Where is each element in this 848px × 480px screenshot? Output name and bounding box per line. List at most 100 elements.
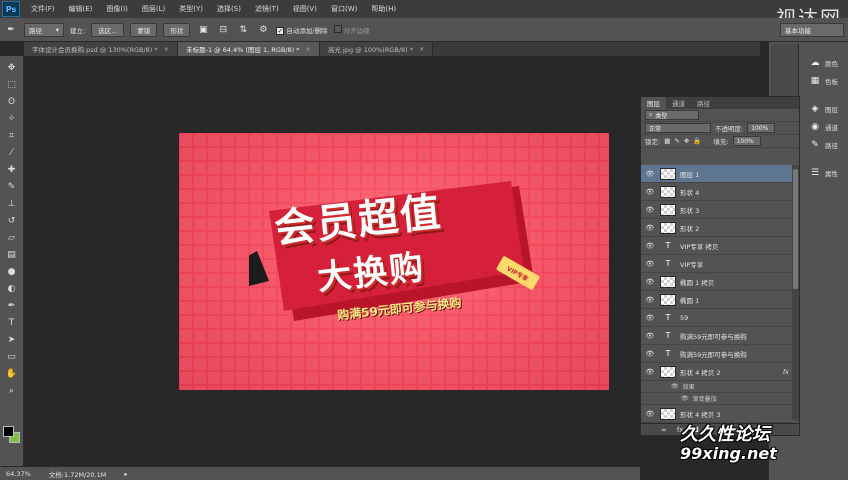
- tab-layers[interactable]: 图层: [641, 97, 666, 109]
- fill-field[interactable]: 100%: [732, 136, 761, 146]
- hand-tool-icon[interactable]: ✋: [4, 366, 20, 381]
- eye-icon[interactable]: 👁: [644, 170, 656, 178]
- dock-item-color[interactable]: ☁ 颜色: [769, 54, 848, 72]
- mask-button[interactable]: 蒙版: [130, 22, 158, 37]
- lock-transparent-icon[interactable]: ▦: [664, 137, 670, 145]
- eraser-tool-icon[interactable]: ▱: [4, 230, 20, 245]
- menu-window[interactable]: 窗口(W): [324, 4, 364, 14]
- align-edges-checkbox[interactable]: [333, 24, 342, 33]
- tab-document-3[interactable]: 高光.jpg @ 100%(RGB/8) * ×: [319, 42, 434, 56]
- shape-button[interactable]: 形状: [163, 22, 191, 37]
- tab-document-1[interactable]: 字体设计会员换购.psd @ 130%(RGB/8) * ×: [24, 42, 179, 56]
- marquee-tool-icon[interactable]: ⬚: [4, 77, 20, 92]
- lock-pixels-icon[interactable]: ✎: [674, 137, 679, 145]
- type-tool-icon[interactable]: T: [4, 315, 20, 330]
- layer-row[interactable]: 👁 椭圆 1 拷贝: [641, 273, 793, 291]
- layer-row[interactable]: 👁 形状 4: [641, 183, 793, 201]
- path-selection-tool-icon[interactable]: ➤: [4, 332, 20, 347]
- layer-row[interactable]: 👁 T 购满59元即可参与换购: [641, 327, 793, 345]
- eye-icon[interactable]: 👁: [644, 368, 656, 376]
- eyedropper-tool-icon[interactable]: ⁄: [4, 145, 20, 160]
- magic-wand-tool-icon[interactable]: ✧: [4, 111, 20, 126]
- tab-document-2[interactable]: 未标题-1 @ 64.4% (图层 1, RGB/8) * ×: [178, 42, 320, 56]
- pen-tool-icon[interactable]: ✒: [4, 298, 20, 313]
- scrollbar-thumb[interactable]: [793, 169, 798, 289]
- eye-icon[interactable]: 👁: [644, 242, 656, 250]
- eye-icon[interactable]: 👁: [644, 296, 656, 304]
- brush-tool-icon[interactable]: ✎: [4, 179, 20, 194]
- healing-brush-tool-icon[interactable]: ✚: [4, 162, 20, 177]
- effects-group[interactable]: 👁 效果: [641, 381, 793, 393]
- pen-tool-icon[interactable]: ✒: [4, 23, 18, 37]
- opacity-field[interactable]: 100%: [747, 123, 776, 133]
- layers-scrollbar[interactable]: [792, 165, 799, 420]
- dodge-tool-icon[interactable]: ◐: [4, 281, 20, 296]
- clone-stamp-tool-icon[interactable]: ⊥: [4, 196, 20, 211]
- eye-icon[interactable]: 👁: [644, 278, 656, 286]
- workspace-select[interactable]: 基本功能: [780, 23, 844, 37]
- shape-tool-icon[interactable]: ▭: [4, 349, 20, 364]
- lock-all-icon[interactable]: 🔒: [693, 137, 701, 145]
- layer-row[interactable]: 👁 T VIP专享 拷贝: [641, 237, 793, 255]
- layer-row[interactable]: 👁 椭圆 1: [641, 291, 793, 309]
- eye-icon[interactable]: 👁: [644, 332, 656, 340]
- blend-mode-select[interactable]: 正常: [645, 123, 711, 133]
- menu-view[interactable]: 视图(V): [286, 4, 324, 14]
- zoom-tool-icon[interactable]: ⌕: [4, 383, 20, 398]
- layer-row[interactable]: 👁 T 59: [641, 309, 793, 327]
- foreground-color-swatch[interactable]: [3, 426, 14, 437]
- blur-tool-icon[interactable]: ●: [4, 264, 20, 279]
- lock-position-icon[interactable]: ✥: [684, 137, 689, 145]
- close-icon[interactable]: ×: [419, 45, 424, 53]
- menu-select[interactable]: 选择(S): [210, 4, 248, 14]
- tab-paths[interactable]: 路径: [691, 97, 716, 109]
- path-alignment-icon[interactable]: ⊟: [216, 23, 230, 37]
- layer-row[interactable]: 👁 形状 4 拷贝 2 fx: [641, 363, 793, 381]
- artboard[interactable]: 会员超值 大换购 购满59元即可参与换购 VIP专享: [179, 133, 609, 390]
- layer-row[interactable]: 👁 T VIP专享: [641, 255, 793, 273]
- eye-icon[interactable]: 👁: [644, 410, 656, 418]
- eye-icon[interactable]: 👁: [671, 383, 679, 390]
- link-layers-icon[interactable]: ∞: [661, 426, 667, 434]
- menu-file[interactable]: 文件(F): [24, 4, 62, 14]
- path-operations-icon[interactable]: ▣: [196, 23, 210, 37]
- menu-help[interactable]: 帮助(H): [364, 4, 403, 14]
- auto-add-checkbox[interactable]: ✓: [276, 26, 285, 35]
- eye-icon[interactable]: 👁: [681, 395, 689, 402]
- layer-row[interactable]: 👁 图层 1: [641, 165, 793, 183]
- menu-filter[interactable]: 滤镜(T): [248, 4, 286, 14]
- lasso-tool-icon[interactable]: ʘ: [4, 94, 20, 109]
- eye-icon[interactable]: 👁: [644, 224, 656, 232]
- align-edges-option[interactable]: 对齐边缘: [333, 24, 370, 35]
- menu-edit[interactable]: 编辑(E): [62, 4, 100, 14]
- layer-filter-select[interactable]: ⌕ 类型: [645, 110, 699, 120]
- gradient-tool-icon[interactable]: ▤: [4, 247, 20, 262]
- effect-item[interactable]: 👁 渐变叠加: [641, 393, 793, 405]
- eye-icon[interactable]: 👁: [644, 350, 656, 358]
- menu-layer[interactable]: 图层(L): [135, 4, 172, 14]
- crop-tool-icon[interactable]: ⌗: [4, 128, 20, 143]
- path-arrangement-icon[interactable]: ⇅: [236, 23, 250, 37]
- canvas-area[interactable]: 会员超值 大换购 购满59元即可参与换购 VIP专享: [24, 56, 640, 466]
- tool-mode-select[interactable]: 路径 ▾: [24, 22, 64, 37]
- fx-badge[interactable]: fx: [783, 368, 789, 376]
- close-icon[interactable]: ×: [306, 45, 311, 53]
- auto-add-delete-option[interactable]: ✓ 自动添加/删除: [276, 25, 328, 35]
- history-brush-tool-icon[interactable]: ↺: [4, 213, 20, 228]
- move-tool-icon[interactable]: ✥: [4, 60, 20, 75]
- menu-type[interactable]: 类型(Y): [172, 4, 210, 14]
- layer-row[interactable]: 👁 形状 3: [641, 201, 793, 219]
- eye-icon[interactable]: 👁: [644, 206, 656, 214]
- eye-icon[interactable]: 👁: [644, 260, 656, 268]
- eye-icon[interactable]: 👁: [644, 314, 656, 322]
- dock-item-swatches[interactable]: ▦ 色板: [769, 72, 848, 90]
- tab-channels[interactable]: 通道: [666, 97, 691, 109]
- chevron-right-icon[interactable]: ▸: [124, 470, 127, 478]
- zoom-level[interactable]: 64.37%: [6, 470, 31, 478]
- selection-button[interactable]: 选区...: [91, 22, 125, 37]
- close-icon[interactable]: ×: [164, 45, 169, 53]
- eye-icon[interactable]: 👁: [644, 188, 656, 196]
- gear-icon[interactable]: ⚙: [256, 23, 270, 37]
- layer-row[interactable]: 👁 形状 2: [641, 219, 793, 237]
- layer-row[interactable]: 👁 T 购满59元即可参与换购: [641, 345, 793, 363]
